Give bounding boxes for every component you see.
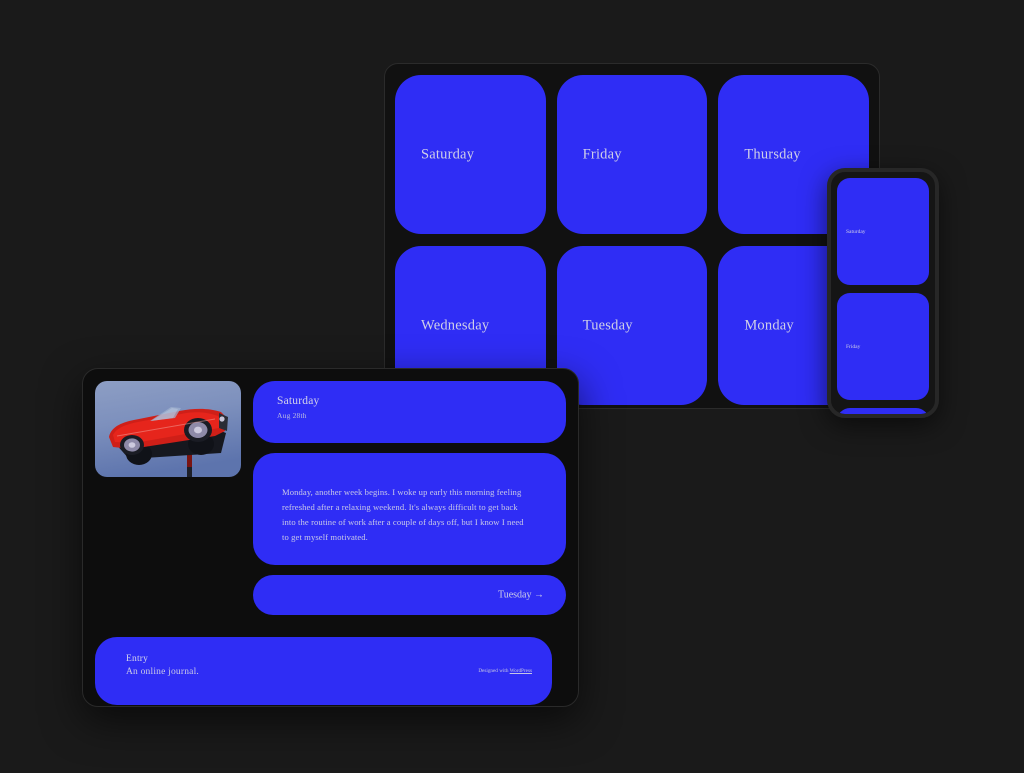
mobile-day-card-saturday[interactable]: Saturday: [837, 178, 929, 285]
day-card-label: Friday: [582, 146, 622, 162]
mobile-day-card-next[interactable]: [837, 408, 929, 414]
day-card-label: Saturday: [421, 146, 475, 162]
day-card-saturday[interactable]: Saturday: [395, 75, 546, 234]
featured-image: [95, 381, 241, 477]
entry-header-block: Saturday Aug 28th: [253, 381, 566, 443]
credit-prefix: Designed with: [478, 668, 510, 674]
mobile-day-card-friday[interactable]: Friday: [837, 293, 929, 400]
entry-detail-frame: Saturday Aug 28th Monday, another week b…: [82, 368, 579, 707]
entry-detail-top: Saturday Aug 28th Monday, another week b…: [95, 381, 566, 615]
mobile-day-card-label: Friday: [846, 343, 861, 350]
desktop-day-grid: Saturday Friday Thursday Wednesday Tuesd…: [395, 75, 869, 405]
entry-body-text: Monday, another week begins. I woke up e…: [282, 487, 524, 543]
next-entry-link[interactable]: Tuesday →: [498, 590, 544, 601]
day-card-label: Thursday: [744, 146, 801, 162]
day-card-tuesday[interactable]: Tuesday: [556, 246, 708, 405]
day-card-friday[interactable]: Friday: [556, 75, 708, 234]
entry-detail-right-column: Saturday Aug 28th Monday, another week b…: [253, 381, 566, 615]
wordpress-link[interactable]: WordPress: [510, 668, 532, 674]
showcase-stage: Saturday Friday Thursday Wednesday Tuesd…: [0, 0, 1024, 773]
day-card-label: Wednesday: [421, 317, 490, 333]
entry-title: Saturday: [277, 395, 320, 407]
entry-date: Aug 28th: [277, 411, 307, 420]
site-footer-block: Entry An online journal. Designed with W…: [95, 637, 552, 705]
site-tagline: An online journal.: [126, 667, 199, 677]
designed-with-credit: Designed with WordPress: [478, 668, 532, 674]
day-card-label: Monday: [744, 317, 794, 333]
mobile-day-card-label: Saturday: [846, 228, 866, 235]
mobile-preview-frame: Saturday Friday: [827, 168, 939, 418]
desktop-preview-frame: Saturday Friday Thursday Wednesday Tuesd…: [384, 63, 880, 409]
entry-next-nav-block[interactable]: Tuesday →: [253, 575, 566, 615]
day-card-label: Tuesday: [582, 317, 633, 333]
site-title: Entry: [126, 654, 149, 664]
entry-body-block: Monday, another week begins. I woke up e…: [253, 453, 566, 565]
